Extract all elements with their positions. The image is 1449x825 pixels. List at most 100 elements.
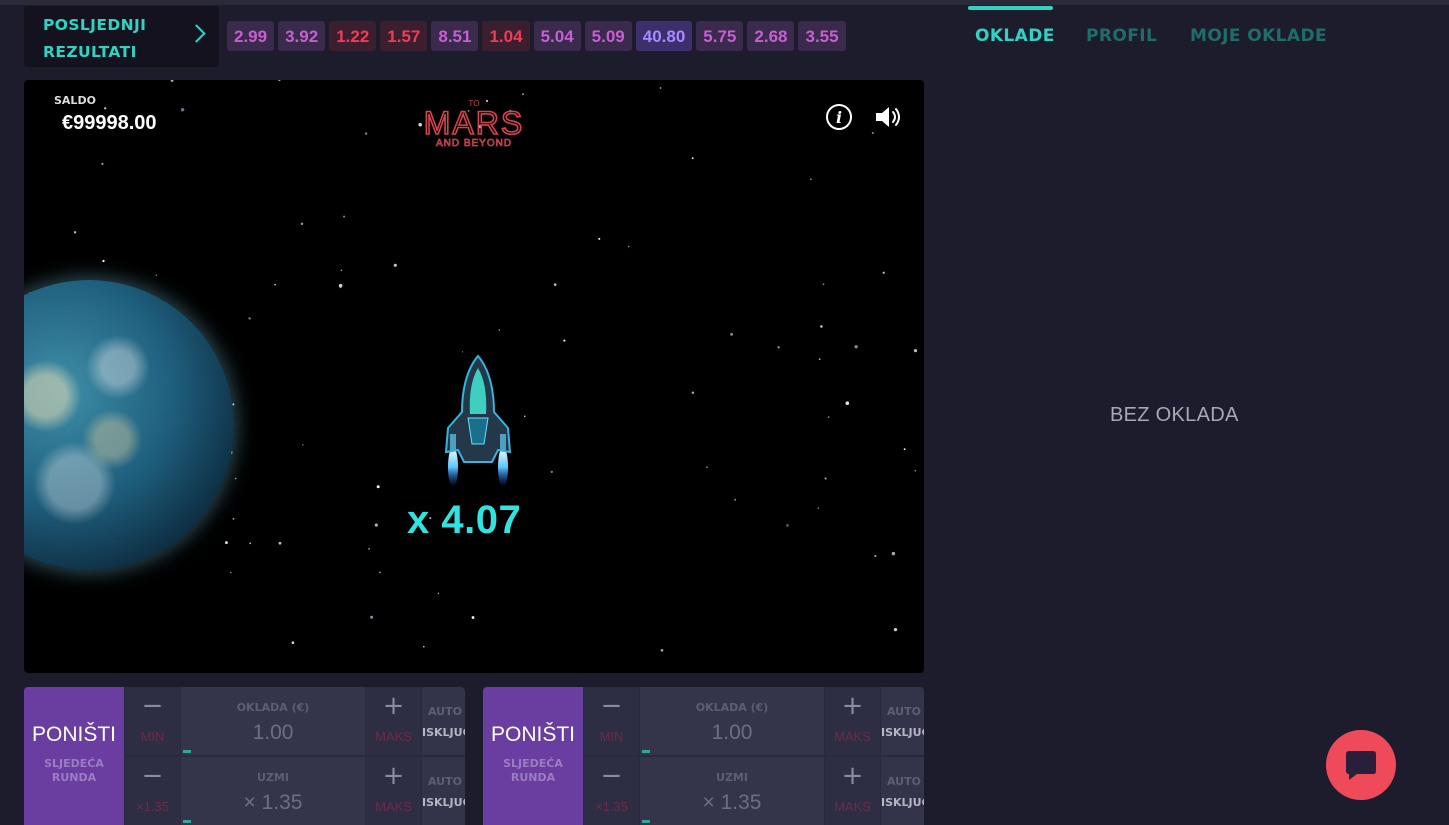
star xyxy=(278,541,282,545)
star xyxy=(522,93,525,96)
star xyxy=(786,524,789,527)
empty-bets-message: BEZ OKLADA xyxy=(1110,404,1239,426)
star xyxy=(170,80,174,82)
star xyxy=(101,162,104,165)
cancel-sublabel: SLJEDEĆA RUNDA xyxy=(503,757,563,784)
star xyxy=(914,469,917,472)
star xyxy=(379,571,381,574)
field-indicator xyxy=(183,750,191,753)
bet-amount-value: 1.00 xyxy=(711,721,753,744)
cashout-value: × 1.35 xyxy=(702,791,762,814)
star xyxy=(824,477,827,480)
auto-cashout-toggle[interactable]: AUTO ISKLJUČENO xyxy=(422,757,465,825)
auto-label: AUTO xyxy=(428,705,462,718)
result-chip: 2.68 xyxy=(747,21,795,51)
auto-state: ISKLJUČENO xyxy=(422,726,465,739)
star xyxy=(706,466,708,468)
multiplier-value: x 4.07 xyxy=(407,498,522,542)
bet-increase-button[interactable]: + MAKS xyxy=(366,687,421,755)
balance-value: €99998.00 xyxy=(62,112,157,134)
chat-button[interactable] xyxy=(1326,730,1396,800)
auto-label: AUTO xyxy=(428,775,462,788)
result-chip: 1.04 xyxy=(482,21,530,51)
star xyxy=(498,329,501,331)
result-chip: 5.04 xyxy=(533,21,581,51)
logo-sub: AND BEYOND xyxy=(436,138,512,149)
cancel-label: PONIŠTI xyxy=(490,723,575,746)
plus-icon: + xyxy=(382,761,405,791)
minus-icon: − xyxy=(600,691,623,721)
minus-icon: − xyxy=(141,691,164,721)
tab-my-bets[interactable]: MOJE OKLADE xyxy=(1190,26,1327,46)
auto-state: ISKLJUČENO xyxy=(881,726,924,739)
bet-amount-field[interactable]: OKLADA (€) 1.00 xyxy=(181,687,365,755)
star xyxy=(822,283,825,286)
info-icon[interactable]: i xyxy=(825,103,853,131)
auto-label: AUTO xyxy=(887,775,921,788)
bet-amount-label: OKLADA (€) xyxy=(236,701,310,714)
bet-panel-2: PONIŠTI SLJEDEĆA RUNDA − MIN OKLADA (€) … xyxy=(483,687,924,825)
last-results-button[interactable]: POSLJEDNJI REZULTATI xyxy=(24,6,219,67)
star xyxy=(234,477,237,480)
cashout-label: UZMI xyxy=(716,771,748,784)
star xyxy=(550,470,553,474)
field-indicator xyxy=(642,820,650,823)
result-chip: 5.09 xyxy=(584,21,632,51)
star xyxy=(845,401,850,405)
cashout-field[interactable]: UZMI × 1.35 xyxy=(640,757,824,825)
cashout-value: × 1.35 xyxy=(243,791,303,814)
star xyxy=(891,551,896,556)
plus-icon: + xyxy=(841,761,864,791)
game-area: SALDO €99998.00 TO MARS AND BEYOND i x 4… xyxy=(24,80,924,673)
result-chip: 3.92 xyxy=(278,21,326,51)
star xyxy=(180,107,185,112)
side-tabs: OKLADE PROFIL MOJE OKLADE xyxy=(960,6,1449,66)
bet-amount-label: OKLADA (€) xyxy=(695,701,769,714)
svg-text:i: i xyxy=(836,108,842,127)
bet-amount-value: 1.00 xyxy=(252,721,294,744)
star xyxy=(102,259,105,263)
min-label: MIN xyxy=(599,729,624,744)
result-chip: 3.55 xyxy=(798,21,846,51)
star xyxy=(563,339,566,342)
cancel-button[interactable]: PONIŠTI SLJEDEĆA RUNDA xyxy=(24,687,124,825)
cashout-decrease-button[interactable]: − ×1.35 xyxy=(584,757,639,825)
bet-increase-button[interactable]: + MAKS xyxy=(825,687,880,755)
bet-decrease-button[interactable]: − MIN xyxy=(584,687,639,755)
star xyxy=(376,485,380,489)
result-chip: 1.22 xyxy=(329,21,377,51)
auto-label: AUTO xyxy=(887,705,921,718)
bet-decrease-button[interactable]: − MIN xyxy=(125,687,180,755)
max-label: MAKS xyxy=(375,729,412,744)
auto-cashout-toggle[interactable]: AUTO ISKLJUČENO xyxy=(881,757,924,825)
star xyxy=(691,391,695,394)
cashout-increase-button[interactable]: + MAKS xyxy=(825,757,880,825)
speaker-icon[interactable] xyxy=(873,103,903,131)
tab-profile[interactable]: PROFIL xyxy=(1086,26,1157,46)
star xyxy=(248,317,251,320)
star xyxy=(291,641,295,645)
result-chip: 2.99 xyxy=(227,21,275,51)
auto-state: ISKLJUČENO xyxy=(881,796,924,809)
last-results-label: POSLJEDNJI REZULTATI xyxy=(43,16,147,61)
star xyxy=(249,542,252,545)
star xyxy=(854,345,858,349)
star xyxy=(659,87,662,89)
min-cashout-label: ×1.35 xyxy=(136,799,169,814)
cashout-field[interactable]: UZMI × 1.35 xyxy=(181,757,365,825)
min-cashout-label: ×1.35 xyxy=(595,799,628,814)
bet-amount-field[interactable]: OKLADA (€) 1.00 xyxy=(640,687,824,755)
cashout-increase-button[interactable]: + MAKS xyxy=(366,757,421,825)
result-chip: 8.51 xyxy=(431,21,479,51)
cancel-button[interactable]: PONIŠTI SLJEDEĆA RUNDA xyxy=(483,687,583,825)
minus-icon: − xyxy=(600,761,623,791)
rocket-icon xyxy=(444,354,512,487)
tab-bets[interactable]: OKLADE xyxy=(975,26,1055,46)
auto-bet-toggle[interactable]: AUTO ISKLJUČENO xyxy=(881,687,924,755)
auto-bet-toggle[interactable]: AUTO ISKLJUČENO xyxy=(422,687,465,755)
active-tab-indicator xyxy=(968,6,1053,10)
star xyxy=(691,157,694,160)
results-history: 2.99 3.92 1.22 1.57 8.51 1.04 5.04 5.09 40.80 5.7… xyxy=(227,21,846,51)
star xyxy=(224,541,228,545)
cashout-decrease-button[interactable]: − ×1.35 xyxy=(125,757,180,825)
